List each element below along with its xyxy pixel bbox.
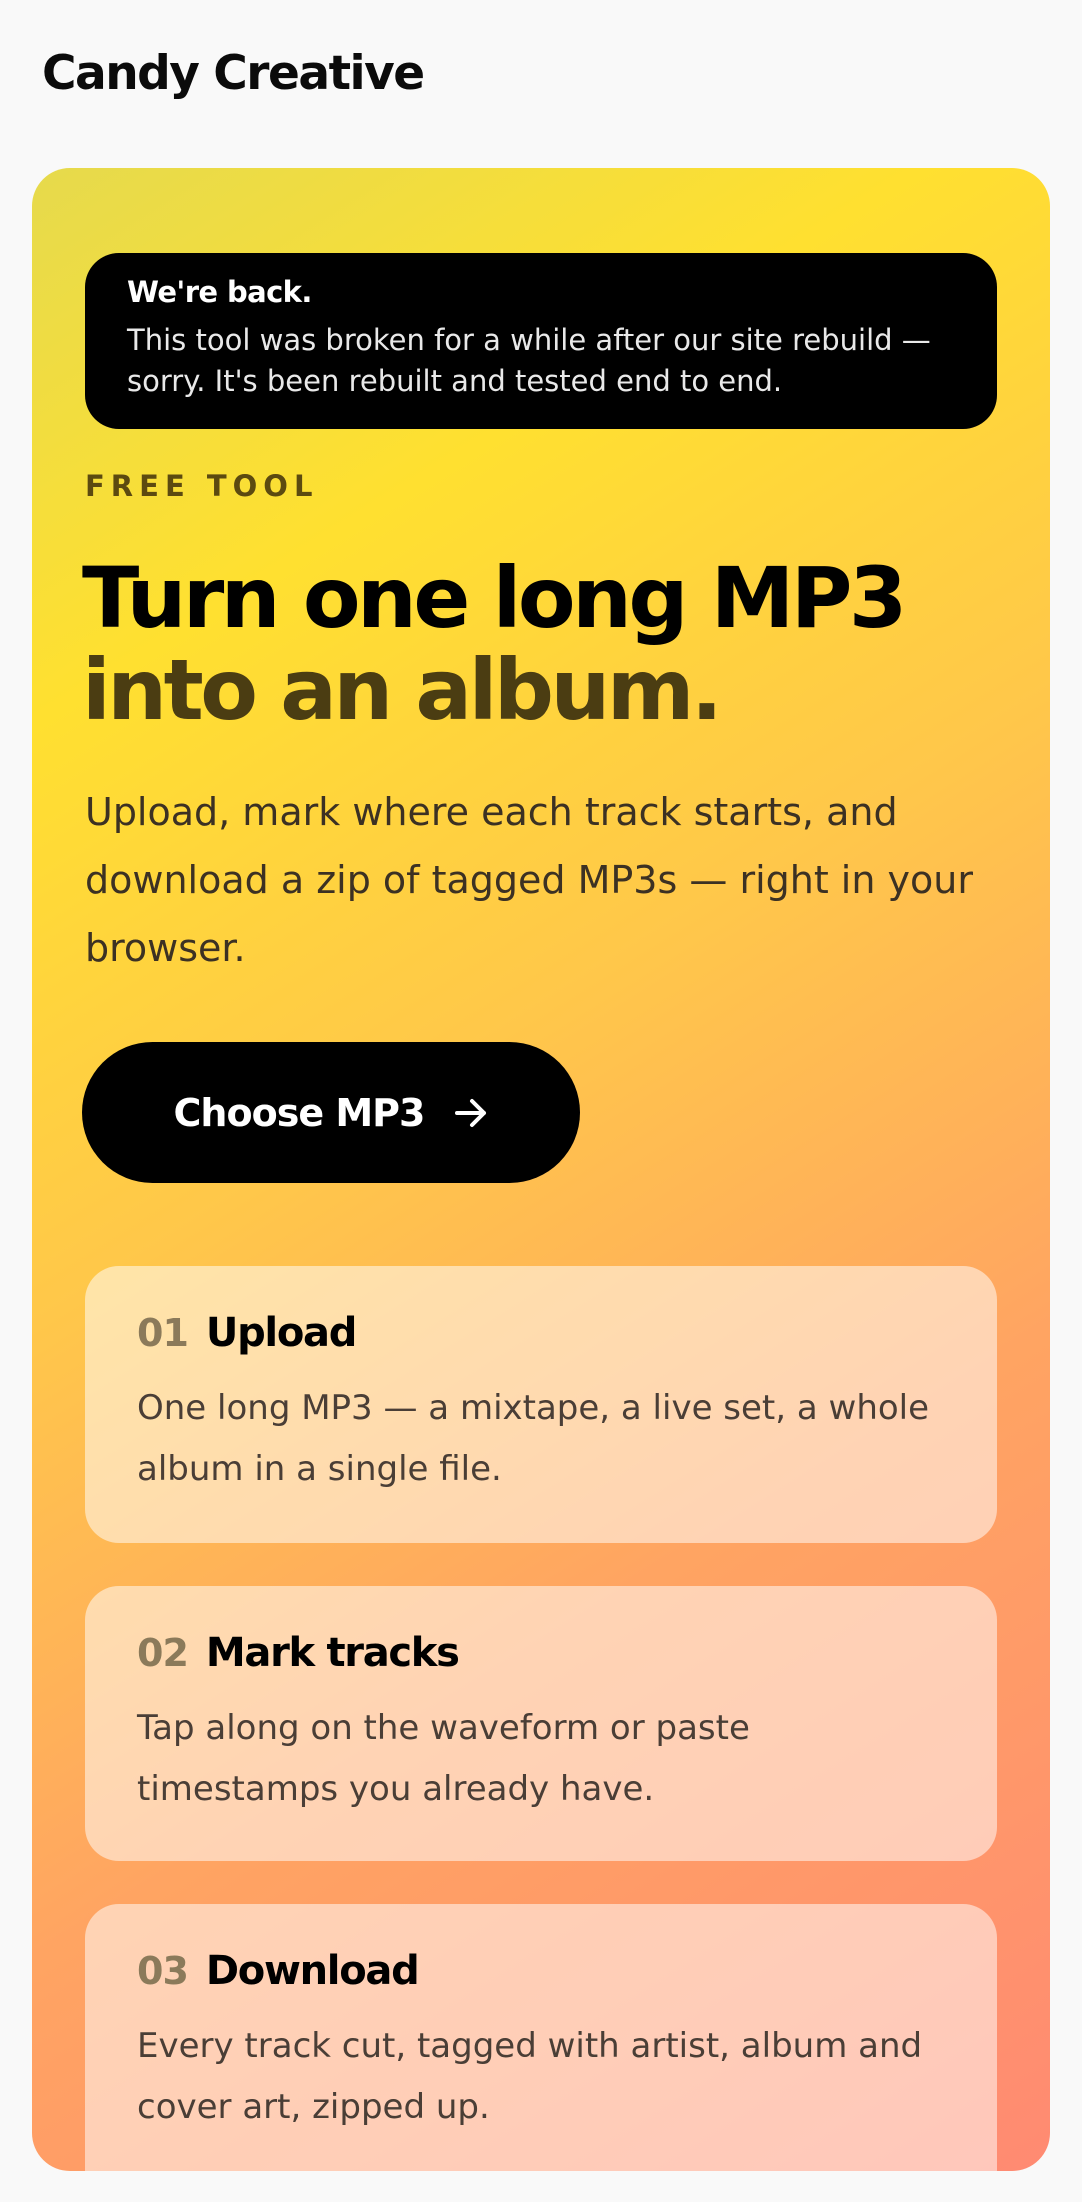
step-title: Mark tracks — [205, 1630, 460, 1676]
notice-text: This tool was broken for a while after o… — [127, 322, 931, 398]
hero-card: We're back. This tool was broken for a w… — [32, 168, 1050, 2171]
step-text: One long MP3 — a mixtape, a live set, a … — [137, 1388, 930, 1489]
brand-logo[interactable]: Candy Creative — [42, 50, 425, 97]
headline-line-1: Turn one long MP3 — [82, 549, 907, 647]
step-number: 02 — [137, 1631, 189, 1675]
step-card-mark-tracks: 02 Mark tracks Tap along on the waveform… — [85, 1586, 997, 1861]
step-card-download: 03 Download Every track cut, tagged with… — [85, 1904, 997, 2171]
choose-mp3-button[interactable]: Choose MP3 — [82, 1042, 580, 1183]
step-text: Every track cut, tagged with artist, alb… — [137, 2026, 923, 2127]
step-text: Tap along on the waveform or paste times… — [137, 1708, 750, 1809]
eyebrow-label: FREE TOOL — [85, 469, 319, 503]
page-title: Turn one long MP3 into an album. — [82, 549, 907, 739]
arrow-right-icon — [454, 1098, 488, 1128]
choose-mp3-label: Choose MP3 — [173, 1090, 426, 1135]
step-title: Upload — [205, 1310, 357, 1356]
step-title: Download — [205, 1948, 420, 1994]
headline-line-2: into an album. — [82, 641, 723, 739]
hero-description: Upload, mark where each track starts, an… — [85, 790, 973, 970]
notice-banner: We're back. This tool was broken for a w… — [85, 253, 997, 429]
step-card-upload: 01 Upload One long MP3 — a mixtape, a li… — [85, 1266, 997, 1543]
step-number: 03 — [137, 1949, 189, 1993]
step-number: 01 — [137, 1311, 189, 1355]
notice-title: We're back. — [127, 275, 312, 309]
